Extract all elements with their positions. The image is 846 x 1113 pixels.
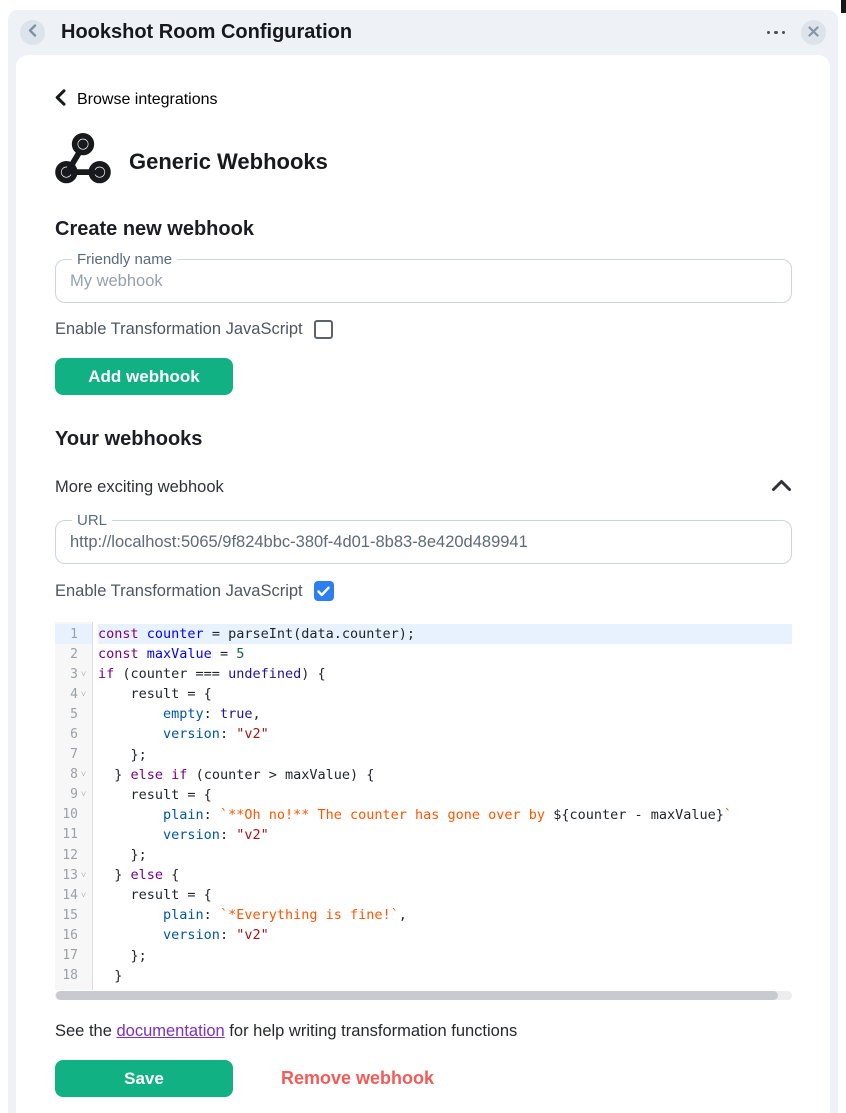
code-line[interactable]: } else { xyxy=(98,865,792,885)
gutter-line-number: 11 xyxy=(55,825,92,845)
code-editor[interactable]: 123˅4˅5678˅9˅10111213˅14˅15161718 const … xyxy=(55,622,792,990)
webhook-name: More exciting webhook xyxy=(55,478,224,497)
browse-integrations-label: Browse integrations xyxy=(77,91,218,109)
url-field: URL xyxy=(55,512,792,564)
code-line[interactable]: result = { xyxy=(98,684,792,704)
modal-header: Hookshot Room Configuration xyxy=(8,10,838,55)
footer-actions: Save Remove webhook xyxy=(55,1060,792,1097)
code-line[interactable]: const maxValue = 5 xyxy=(98,644,792,664)
enable-transform-checkbox-new[interactable] xyxy=(314,320,333,339)
code-line[interactable]: version: "v2" xyxy=(98,925,792,945)
fold-arrow-icon[interactable]: ˅ xyxy=(78,669,89,680)
browse-integrations-link[interactable]: Browse integrations xyxy=(55,89,792,111)
friendly-name-input[interactable] xyxy=(68,269,779,293)
enable-transform-row-new: Enable Transformation JavaScript xyxy=(55,320,792,339)
gutter-line-number[interactable]: 14˅ xyxy=(55,885,92,905)
gutter-line-number[interactable]: 9˅ xyxy=(55,785,92,805)
gutter-line-number: 7 xyxy=(55,745,92,765)
dots-icon xyxy=(767,31,771,35)
enable-transform-row-existing: Enable Transformation JavaScript xyxy=(55,581,792,601)
fold-arrow-icon[interactable]: ˅ xyxy=(78,789,89,800)
fold-arrow-icon[interactable]: ˅ xyxy=(78,890,89,901)
back-button[interactable] xyxy=(20,20,45,45)
integration-header: Generic Webhooks xyxy=(55,131,792,192)
code-line[interactable]: }; xyxy=(98,946,792,966)
editor-code[interactable]: const counter = parseInt(data.counter);c… xyxy=(93,622,792,990)
integration-name: Generic Webhooks xyxy=(129,149,328,175)
help-text: See the documentation for help writing t… xyxy=(55,1022,792,1041)
code-line[interactable]: } else if (counter > maxValue) { xyxy=(98,765,792,785)
editor-hscrollbar-track[interactable] xyxy=(55,991,792,1000)
code-line[interactable]: const counter = parseInt(data.counter); xyxy=(98,624,792,644)
page-title: Hookshot Room Configuration xyxy=(61,21,763,44)
gutter-line-number: 12 xyxy=(55,845,92,865)
gutter-line-number[interactable]: 3˅ xyxy=(55,664,92,684)
code-line[interactable]: result = { xyxy=(98,885,792,905)
close-icon xyxy=(808,24,819,42)
editor-gutter: 123˅4˅5678˅9˅10111213˅14˅15161718 xyxy=(55,622,93,990)
gutter-line-number[interactable]: 13˅ xyxy=(55,865,92,885)
gutter-line-number: 16 xyxy=(55,925,92,945)
code-line[interactable]: empty: true, xyxy=(98,704,792,724)
code-line[interactable]: }; xyxy=(98,745,792,765)
gutter-line-number: 1 xyxy=(55,624,92,644)
webhook-list-item[interactable]: More exciting webhook xyxy=(55,478,792,497)
webhook-icon xyxy=(55,131,111,192)
url-label: URL xyxy=(72,512,112,529)
editor-hscrollbar-thumb[interactable] xyxy=(56,991,778,1000)
add-webhook-button[interactable]: Add webhook xyxy=(55,358,233,395)
gutter-line-number: 17 xyxy=(55,946,92,966)
your-webhooks-title: Your webhooks xyxy=(55,428,792,451)
overflow-menu-button[interactable] xyxy=(763,27,790,39)
code-line[interactable]: if (counter === undefined) { xyxy=(98,664,792,684)
friendly-name-field: Friendly name xyxy=(55,251,792,303)
enable-transform-checkbox-existing[interactable] xyxy=(314,581,334,601)
create-webhook-title: Create new webhook xyxy=(55,218,792,241)
page-scrollbar-thumb[interactable] xyxy=(841,0,846,13)
code-line[interactable]: result = { xyxy=(98,785,792,805)
code-line[interactable]: version: "v2" xyxy=(98,825,792,845)
code-line[interactable]: plain: `*Everything is fine!`, xyxy=(98,905,792,925)
documentation-link[interactable]: documentation xyxy=(116,1022,224,1040)
modal-panel: Hookshot Room Configuration Browse integ… xyxy=(8,10,838,1113)
fold-arrow-icon[interactable]: ˅ xyxy=(78,870,89,881)
gutter-line-number: 5 xyxy=(55,704,92,724)
fold-arrow-icon[interactable]: ˅ xyxy=(78,689,89,700)
friendly-name-label: Friendly name xyxy=(72,251,177,268)
enable-transform-label: Enable Transformation JavaScript xyxy=(55,582,303,601)
url-input[interactable] xyxy=(68,530,779,554)
close-button[interactable] xyxy=(801,20,826,45)
chevron-up-icon[interactable] xyxy=(771,479,792,497)
enable-transform-label: Enable Transformation JavaScript xyxy=(55,320,303,339)
code-line[interactable]: } xyxy=(98,966,792,986)
remove-webhook-button[interactable]: Remove webhook xyxy=(281,1068,434,1089)
content-card: Browse integrations xyxy=(16,55,830,1113)
gutter-line-number[interactable]: 8˅ xyxy=(55,765,92,785)
save-button[interactable]: Save xyxy=(55,1060,233,1097)
code-line[interactable]: plain: `**Oh no!** The counter has gone … xyxy=(98,805,792,825)
gutter-line-number: 6 xyxy=(55,724,92,744)
gutter-line-number: 15 xyxy=(55,905,92,925)
chevron-left-icon xyxy=(28,24,37,42)
code-line[interactable]: }; xyxy=(98,845,792,865)
gutter-line-number: 18 xyxy=(55,966,92,986)
gutter-line-number: 10 xyxy=(55,805,92,825)
fold-arrow-icon[interactable]: ˅ xyxy=(78,769,89,780)
gutter-line-number[interactable]: 4˅ xyxy=(55,684,92,704)
code-line[interactable]: version: "v2" xyxy=(98,724,792,744)
chevron-left-icon xyxy=(55,89,66,111)
gutter-line-number: 2 xyxy=(55,644,92,664)
